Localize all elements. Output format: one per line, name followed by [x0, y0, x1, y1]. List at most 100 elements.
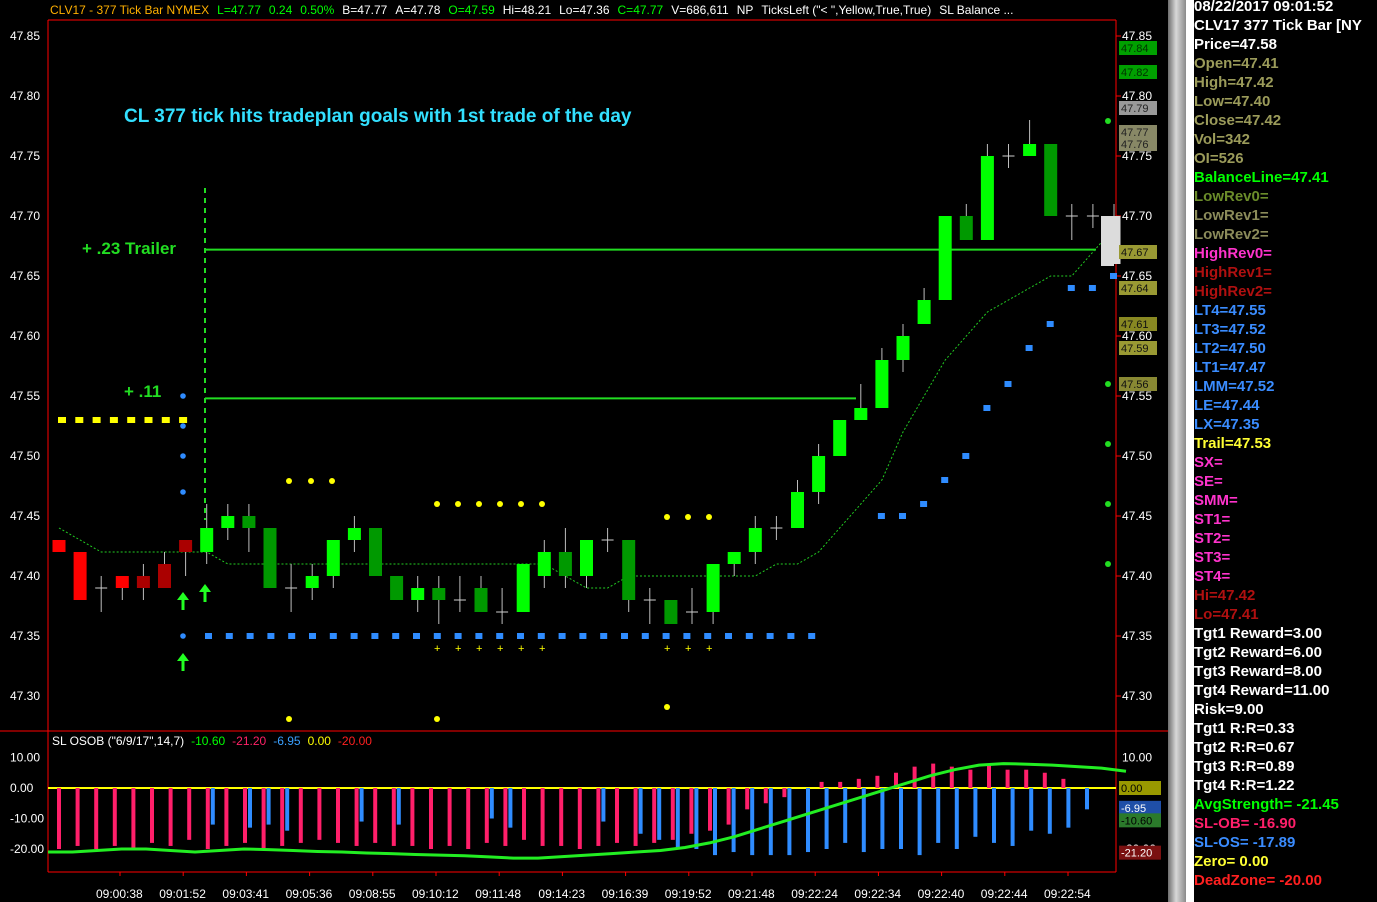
stop-marker — [350, 633, 358, 639]
trail-marker — [75, 417, 84, 423]
header-field: A=47.78 — [395, 3, 441, 17]
candle-body — [1023, 144, 1037, 156]
candle-body — [474, 588, 488, 612]
price-axis-label-right: 47.50 — [1122, 449, 1152, 463]
price-axis-label-left: 47.45 — [10, 509, 40, 523]
plus-marker: + — [434, 643, 440, 655]
osob-os-bar — [489, 788, 494, 819]
osob-os-bar — [731, 788, 736, 853]
data-window-row: Price=47.58 — [1194, 36, 1277, 53]
osob-ob-bar — [150, 788, 154, 843]
plus-marker: + — [476, 643, 482, 655]
indicator-header-field: 0.00 — [307, 734, 331, 748]
osob-ob-bar — [187, 788, 192, 840]
osob-ob-bar — [484, 788, 489, 843]
time-axis-label: 09:10:12 — [412, 887, 459, 901]
data-window-row: Tgt2 R:R=0.67 — [1194, 739, 1295, 756]
osob-ob-bar — [987, 763, 991, 788]
target-dot — [434, 716, 440, 722]
osob-ob-bar — [224, 788, 229, 846]
target-dot — [286, 478, 292, 484]
time-axis-label: 09:01:52 — [159, 887, 206, 901]
osob-ob-bar — [243, 788, 247, 843]
osob-ob-bar — [540, 788, 545, 846]
candle-body — [158, 564, 171, 588]
target-dot — [706, 514, 712, 520]
chart-header: CLV17 - 377 Tick Bar NYMEX L=47.77 0.24 0.5… — [50, 3, 1021, 17]
rising-stop-marker — [899, 513, 906, 519]
rising-stop-marker — [1025, 345, 1033, 351]
osob-ob-bar — [1024, 769, 1029, 788]
price-chart-window[interactable]: 47.30 47.30 47.35 47.35 47.40 47.40 47.45 47.45… — [0, 0, 1168, 902]
data-window-row: LowRev0= — [1194, 188, 1269, 205]
rising-stop-marker — [877, 513, 885, 519]
osob-os-bar — [359, 788, 364, 822]
candle-body — [326, 540, 340, 576]
osob-ob-bar — [354, 788, 359, 846]
header-field: L=47.77 — [217, 3, 261, 17]
time-axis-label: 09:22:24 — [791, 887, 838, 901]
data-window-row: Hi=47.42 — [1194, 587, 1256, 604]
data-window-row: Low=47.40 — [1194, 93, 1271, 110]
osob-ob-bar — [912, 766, 917, 788]
indicator-header-field: -6.95 — [273, 734, 301, 748]
plus-marker: + — [706, 643, 712, 655]
header-field: Hi=48.21 — [502, 3, 552, 17]
osob-os-bar — [713, 788, 717, 856]
header-field: 0.50% — [300, 3, 335, 17]
osob-os-bar — [1085, 788, 1089, 810]
price-marker-label: 47.59 — [1121, 343, 1149, 355]
candle-body — [537, 552, 551, 576]
osob-marker-label: -21.20 — [1121, 848, 1152, 860]
annotation-plus11: + .11 — [124, 382, 161, 401]
indicator-header-field: -10.60 — [191, 734, 226, 748]
osob-os-bar — [266, 788, 271, 825]
candle-body — [896, 336, 910, 360]
osob-os-bar — [992, 788, 996, 843]
osob-ob-bar — [577, 788, 582, 849]
osob-ob-bar — [429, 788, 433, 849]
trail-marker — [127, 417, 136, 423]
signal-dot — [180, 453, 186, 459]
price-marker-label: 47.84 — [1121, 43, 1149, 55]
stop-marker — [288, 633, 296, 639]
osob-ob-bar — [875, 775, 880, 788]
data-window-row: LT1=47.47 — [1194, 359, 1266, 376]
price-marker-label: 47.67 — [1121, 247, 1149, 259]
header-field: C=47.77 — [617, 3, 664, 17]
candle-body — [221, 516, 235, 528]
data-window-row: Zero= 0.00 — [1194, 853, 1269, 870]
data-window-row: Trail=47.53 — [1194, 435, 1272, 452]
data-window-row: ST3= — [1194, 549, 1231, 566]
osob-ob-bar — [112, 788, 117, 846]
stop-marker — [246, 633, 254, 639]
signal-dot — [180, 393, 186, 399]
panel-splitter[interactable] — [1168, 0, 1186, 902]
rising-stop-marker — [962, 453, 970, 459]
osob-ob-bar — [447, 788, 452, 846]
header-field: NP — [736, 3, 754, 17]
buy-arrow-icon — [177, 653, 189, 671]
time-axis-label: 09:22:40 — [918, 887, 965, 901]
candle-body — [136, 576, 150, 588]
data-window-row: 08/22/2017 09:01:52 — [1194, 0, 1334, 15]
target-dot — [664, 514, 670, 520]
header-field: O=47.59 — [448, 3, 495, 17]
osob-ob-bar — [856, 778, 861, 788]
osob-os-bar — [806, 788, 810, 853]
osob-ob-bar — [745, 788, 750, 810]
osob-ob-bar — [466, 788, 471, 849]
candle-body — [748, 528, 762, 552]
stop-marker — [662, 633, 670, 639]
price-axis-label-left: 47.75 — [10, 149, 40, 163]
candle-body — [558, 552, 572, 576]
stop-marker — [683, 633, 691, 639]
trail-marker — [92, 417, 101, 423]
candle-body — [115, 576, 129, 588]
data-window-row: SX= — [1194, 454, 1223, 471]
price-axis-label-left: 47.50 — [10, 449, 40, 463]
price-axis-label-right: 47.85 — [1122, 29, 1152, 43]
chart-canvas[interactable]: 47.30 47.30 47.35 47.35 47.40 47.40 47.45 47.45… — [0, 0, 1168, 902]
data-window-row: SE= — [1194, 473, 1223, 490]
osob-ob-bar — [94, 788, 99, 849]
